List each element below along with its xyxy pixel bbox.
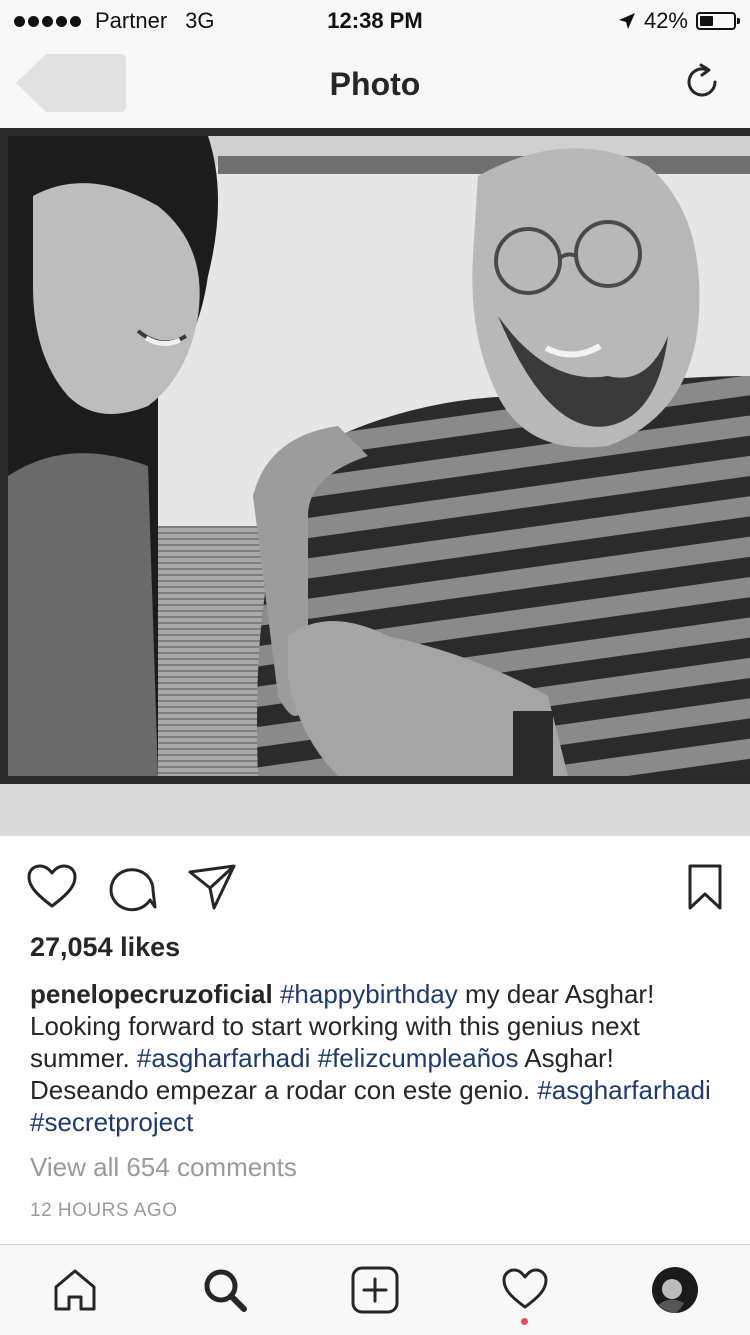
post-caption: penelopecruzoficial #happybirthday my de… bbox=[30, 978, 730, 1138]
comment-button[interactable] bbox=[106, 862, 158, 912]
bookmark-icon bbox=[688, 864, 722, 910]
refresh-icon bbox=[687, 63, 717, 97]
refresh-button[interactable] bbox=[682, 62, 722, 102]
home-icon bbox=[54, 1269, 96, 1311]
activity-heart-icon bbox=[502, 1268, 548, 1309]
share-button[interactable] bbox=[186, 862, 238, 912]
hashtag[interactable]: #happybirthday bbox=[280, 979, 458, 1009]
heart-icon bbox=[27, 864, 77, 908]
like-button[interactable] bbox=[26, 862, 78, 912]
likes-count[interactable]: 27,054 likes bbox=[30, 932, 180, 963]
photo-bottom-band bbox=[0, 784, 750, 836]
caption-text bbox=[310, 1043, 317, 1073]
tab-activity[interactable] bbox=[500, 1265, 550, 1315]
navigation-bar: Photo bbox=[0, 40, 750, 129]
post-photo-frame bbox=[0, 128, 750, 784]
photo-image bbox=[8, 136, 750, 776]
tab-home[interactable] bbox=[50, 1265, 100, 1315]
tab-new-post[interactable] bbox=[350, 1265, 400, 1315]
status-bar: Partner 3G 12:38 PM 42% bbox=[0, 0, 750, 40]
hashtag[interactable]: #secretproject bbox=[30, 1107, 193, 1137]
status-right: 42% bbox=[618, 8, 740, 34]
post-photo[interactable] bbox=[8, 136, 750, 776]
tab-search[interactable] bbox=[200, 1265, 250, 1315]
comment-bubble-icon bbox=[109, 868, 157, 912]
location-arrow-icon bbox=[618, 13, 635, 29]
view-all-comments-link[interactable]: View all 654 comments bbox=[30, 1152, 297, 1183]
search-icon bbox=[204, 1269, 247, 1312]
activity-notification-dot bbox=[521, 1318, 528, 1325]
hashtag[interactable]: #asgharfarhadi bbox=[137, 1043, 310, 1073]
add-post-icon bbox=[351, 1266, 399, 1314]
tab-profile[interactable] bbox=[650, 1265, 700, 1315]
profile-avatar bbox=[652, 1267, 698, 1313]
save-button[interactable] bbox=[680, 862, 732, 912]
battery-percent: 42% bbox=[643, 8, 688, 33]
hashtag[interactable]: #asgharfarhadi bbox=[537, 1075, 710, 1105]
caption-username[interactable]: penelopecruzoficial bbox=[30, 979, 273, 1009]
page-title: Photo bbox=[329, 66, 421, 102]
post-timestamp: 12 HOURS AGO bbox=[30, 1200, 178, 1221]
hashtag[interactable]: #felizcumpleaños bbox=[318, 1043, 519, 1073]
battery-icon bbox=[696, 12, 740, 30]
post-actions bbox=[0, 850, 750, 920]
send-icon bbox=[188, 864, 236, 910]
bottom-tab-bar bbox=[0, 1244, 750, 1335]
